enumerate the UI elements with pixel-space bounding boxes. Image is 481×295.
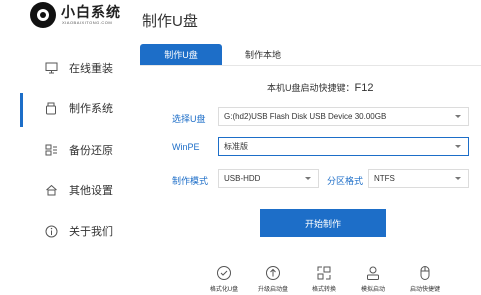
format-check-icon bbox=[216, 265, 232, 286]
format-select-label: 分区格式 bbox=[327, 176, 364, 186]
sidebar-item-label: 制作系统 bbox=[69, 103, 113, 115]
sidebar-item-online-reinstall[interactable]: 在线重装 bbox=[0, 56, 130, 80]
upgrade-arrow-icon bbox=[265, 265, 281, 286]
winpe-select-label: WinPE bbox=[172, 142, 200, 152]
tool-label: 格式转换 bbox=[311, 287, 336, 293]
winpe-select-value: 标准版 bbox=[224, 142, 248, 151]
tool-format-convert[interactable]: 格式转换 bbox=[296, 265, 352, 295]
tool-label: 模拟启动 bbox=[360, 287, 385, 293]
mouse-icon bbox=[417, 265, 433, 286]
sidebar-item-other-settings[interactable]: 其他设置 bbox=[0, 178, 130, 202]
chevron-down-icon bbox=[305, 177, 311, 180]
tool-simulate-boot[interactable]: 模拟启动 bbox=[345, 265, 401, 295]
tool-boot-hotkey[interactable]: 启动快捷键 bbox=[397, 265, 453, 295]
monitor-icon bbox=[44, 61, 58, 75]
brand-url: XIAOBAIXITONG.COM bbox=[62, 20, 113, 25]
logo-icon bbox=[30, 2, 56, 28]
convert-icon bbox=[316, 265, 332, 286]
sidebar-item-label: 在线重装 bbox=[69, 63, 113, 75]
backup-icon bbox=[44, 143, 58, 157]
hotkey-info: 本机U盘启动快捷键：F12 bbox=[267, 81, 373, 94]
sidebar-item-make-system[interactable]: 制作系统 bbox=[0, 96, 130, 120]
info-icon bbox=[44, 224, 58, 238]
chevron-down-icon bbox=[455, 115, 461, 118]
chevron-down-icon bbox=[455, 145, 461, 148]
house-icon bbox=[44, 183, 58, 197]
tool-label: 启动快捷键 bbox=[409, 287, 440, 293]
brand-name: 小白系统 bbox=[61, 4, 121, 20]
sidebar-item-label: 备份还原 bbox=[69, 145, 113, 157]
usb-drive-icon bbox=[44, 101, 58, 115]
format-select-value: NTFS bbox=[374, 174, 395, 183]
format-select[interactable]: NTFS bbox=[368, 169, 469, 188]
sidebar-item-backup-restore[interactable]: 备份还原 bbox=[0, 138, 130, 162]
tool-label: 格式化U盘 bbox=[209, 287, 239, 293]
mode-select-value: USB-HDD bbox=[224, 174, 261, 183]
hotkey-key: F12 bbox=[354, 82, 374, 94]
sidebar-item-label: 其他设置 bbox=[69, 185, 113, 197]
mode-select[interactable]: USB-HDD bbox=[218, 169, 319, 188]
usb-select-value: G:(hd2)USB Flash Disk USB Device 30.00GB bbox=[224, 112, 387, 121]
winpe-select[interactable]: 标准版 bbox=[218, 137, 469, 156]
hotkey-prefix: 本机U盘启动快捷键： bbox=[267, 83, 355, 93]
start-make-button[interactable]: 开始制作 bbox=[260, 209, 386, 237]
tool-label: 升级启动盘 bbox=[257, 287, 288, 293]
usb-select[interactable]: G:(hd2)USB Flash Disk USB Device 30.00GB bbox=[218, 107, 469, 126]
page-title: 制作U盘 bbox=[142, 13, 198, 30]
chevron-down-icon bbox=[455, 177, 461, 180]
tool-upgrade-boot-disk[interactable]: 升级启动盘 bbox=[245, 265, 301, 295]
tab-make-local[interactable]: 制作本地 bbox=[222, 44, 304, 65]
usb-select-label: 选择U盘 bbox=[172, 114, 206, 124]
sidebar-item-about-us[interactable]: 关于我们 bbox=[0, 219, 130, 243]
tool-format-usb[interactable]: 格式化U盘 bbox=[196, 265, 252, 295]
sidebar-item-label: 关于我们 bbox=[69, 226, 113, 238]
simulate-user-icon bbox=[365, 265, 381, 286]
mode-select-label: 制作模式 bbox=[172, 176, 209, 186]
tab-make-usb[interactable]: 制作U盘 bbox=[140, 44, 222, 65]
